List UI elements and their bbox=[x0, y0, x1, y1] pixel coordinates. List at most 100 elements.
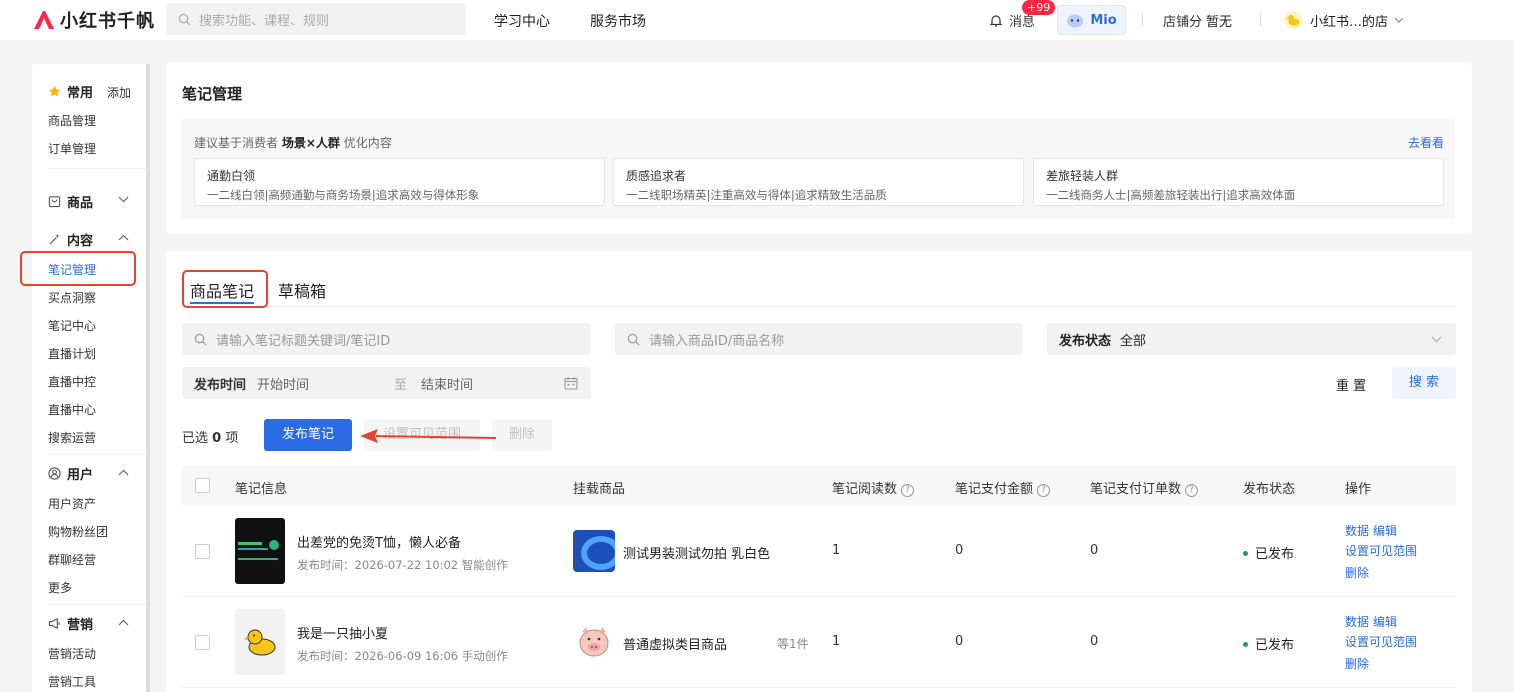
product-thumbnail[interactable] bbox=[573, 621, 615, 663]
chevron-up-icon[interactable] bbox=[118, 469, 129, 476]
sidebar-item-more[interactable]: 更多 bbox=[48, 579, 72, 596]
chevron-up-icon[interactable] bbox=[118, 619, 129, 626]
action-visibility-link[interactable]: 设置可见范围 bbox=[1345, 633, 1417, 650]
tab-drafts[interactable]: 草稿箱 bbox=[278, 278, 326, 302]
note-meta: 发布时间：2026-07-22 10:02 智能创作 bbox=[297, 558, 508, 572]
action-data-link[interactable]: 数据 bbox=[1345, 522, 1369, 539]
store-score-label: 店铺分 bbox=[1163, 14, 1203, 30]
col-amount: 笔记支付金额? bbox=[955, 478, 1051, 497]
note-orders: 0 bbox=[1090, 543, 1099, 558]
product-search-input[interactable]: 请输入商品ID/商品名称 bbox=[615, 323, 1023, 355]
note-reads: 1 bbox=[832, 543, 841, 558]
note-title[interactable]: 出差党的免烫T恤，懒人必备 bbox=[297, 532, 461, 551]
sidebar-add-favorite[interactable]: 添加 bbox=[107, 84, 131, 101]
action-edit-link[interactable]: 编辑 bbox=[1373, 522, 1397, 539]
suggestion-card[interactable]: 差旅轻装人群 一二线商务人士|高频差旅轻装出行|追求高效体面 bbox=[1033, 158, 1444, 206]
reset-button[interactable]: 重 置 bbox=[1336, 375, 1366, 394]
store-score[interactable]: 店铺分 暂无 bbox=[1163, 0, 1232, 40]
note-thumbnail[interactable] bbox=[235, 518, 285, 584]
action-data-link[interactable]: 数据 bbox=[1345, 613, 1369, 630]
suggestion-card[interactable]: 质感追求者 一二线职场精英|注重高效与得体|追求精致生活品质 bbox=[613, 158, 1024, 206]
mio-icon bbox=[1067, 14, 1084, 28]
sidebar-item-marketing-campaigns[interactable]: 营销活动 bbox=[48, 645, 96, 662]
action-delete-link[interactable]: 删除 bbox=[1345, 655, 1369, 672]
product-thumbnail[interactable] bbox=[573, 530, 615, 572]
note-reads: 1 bbox=[832, 634, 841, 649]
sidebar-scrollbar[interactable] bbox=[146, 64, 150, 692]
sidebar-item-search-ops[interactable]: 搜索运营 bbox=[48, 429, 96, 446]
end-time-input[interactable]: 结束时间 bbox=[421, 374, 473, 393]
start-time-input[interactable]: 开始时间 bbox=[257, 374, 309, 393]
global-search[interactable]: 搜索功能、课程、规则 bbox=[166, 3, 466, 35]
publish-note-button[interactable]: 发布笔记 bbox=[264, 419, 352, 451]
action-edit-link[interactable]: 编辑 bbox=[1373, 613, 1397, 630]
sidebar-item-selling-point-insight[interactable]: 买点洞察 bbox=[48, 289, 96, 306]
col-status: 发布状态 bbox=[1243, 482, 1296, 497]
row-checkbox[interactable] bbox=[195, 544, 210, 559]
sidebar-group-label: 内容 bbox=[67, 234, 94, 249]
bell-icon bbox=[990, 14, 1002, 27]
sidebar-group-products[interactable]: 商品 bbox=[48, 192, 93, 211]
search-placeholder: 搜索功能、课程、规则 bbox=[199, 13, 330, 29]
sidebar-divider bbox=[48, 454, 148, 455]
delete-button[interactable]: 删除 bbox=[492, 419, 552, 451]
help-icon[interactable]: ? bbox=[1185, 484, 1199, 497]
range-separator: 至 bbox=[394, 377, 408, 393]
sidebar-item-order-management[interactable]: 订单管理 bbox=[48, 140, 96, 157]
chevron-up-icon[interactable] bbox=[118, 234, 129, 241]
chevron-down-icon[interactable] bbox=[118, 196, 129, 203]
note-search-input[interactable]: 请输入笔记标题关键词/笔记ID bbox=[182, 323, 591, 355]
note-thumbnail[interactable] bbox=[235, 609, 285, 675]
product-name[interactable]: 测试男装测试勿拍 乳白色 bbox=[623, 543, 770, 562]
help-icon[interactable]: ? bbox=[1037, 484, 1051, 497]
sidebar-group-label: 商品 bbox=[67, 196, 94, 211]
action-delete-link[interactable]: 删除 bbox=[1345, 564, 1369, 581]
sidebar-group-marketing[interactable]: 营销 bbox=[48, 614, 93, 633]
note-title[interactable]: 我是一只抽小夏 bbox=[297, 623, 388, 642]
col-product: 挂载商品 bbox=[573, 482, 626, 497]
status-label: 已发布 bbox=[1255, 638, 1295, 653]
select-all-checkbox[interactable] bbox=[195, 478, 210, 493]
status-label: 已发布 bbox=[1255, 547, 1295, 562]
annotation-highlight-box bbox=[20, 251, 136, 286]
suggestion-card[interactable]: 通勤白领 一二线白领|高频通勤与商务场景|追求高效与得体形象 bbox=[194, 158, 605, 206]
help-icon[interactable]: ? bbox=[901, 484, 915, 497]
publish-status-label: 发布状态 bbox=[1059, 333, 1112, 349]
publish-time-range[interactable]: 发布时间 开始时间 至 结束时间 bbox=[182, 367, 591, 399]
publish-status-select[interactable]: 发布状态 全部 bbox=[1047, 323, 1456, 355]
product-name[interactable]: 普通虚拟类目商品 bbox=[623, 634, 727, 653]
sidebar-item-user-assets[interactable]: 用户资产 bbox=[48, 495, 96, 512]
mio-assistant-button[interactable]: Mio bbox=[1057, 5, 1126, 35]
sidebar-group-users[interactable]: 用户 bbox=[48, 464, 93, 483]
action-visibility-link[interactable]: 设置可见范围 bbox=[1345, 542, 1417, 559]
sidebar-item-note-center[interactable]: 笔记中心 bbox=[48, 317, 96, 334]
sidebar-item-marketing-tools[interactable]: 营销工具 bbox=[48, 673, 96, 690]
shop-account-menu[interactable]: 小红书…的店 bbox=[1284, 0, 1404, 40]
thumbnail-graphic bbox=[238, 558, 278, 560]
sidebar-item-product-management[interactable]: 商品管理 bbox=[48, 112, 96, 129]
sidebar-item-live-plan[interactable]: 直播计划 bbox=[48, 345, 96, 362]
sidebar-item-live-center[interactable]: 直播中心 bbox=[48, 401, 96, 418]
thumbnail-graphic bbox=[581, 536, 615, 570]
col-actions: 操作 bbox=[1345, 482, 1372, 497]
logo[interactable]: 小红书千帆 bbox=[32, 7, 155, 33]
col-orders: 笔记支付订单数? bbox=[1090, 478, 1199, 497]
sidebar-item-live-control[interactable]: 直播中控 bbox=[48, 373, 96, 390]
nav-learning-center[interactable]: 学习中心 bbox=[494, 11, 550, 31]
sidebar-item-fan-group[interactable]: 购物粉丝团 bbox=[48, 523, 108, 540]
calendar-icon[interactable] bbox=[564, 376, 578, 390]
suggestion-view-link[interactable]: 去看看 bbox=[1408, 134, 1444, 151]
search-icon bbox=[178, 13, 191, 25]
col-note-info: 笔记信息 bbox=[235, 482, 288, 497]
search-icon bbox=[627, 333, 640, 345]
nav-service-market[interactable]: 服务市场 bbox=[590, 11, 646, 31]
product-extra-count[interactable]: 等1件 bbox=[777, 635, 809, 652]
sidebar: 常用 添加 商品管理 订单管理 商品 内容 笔记管理 买点洞察 笔记中心 直播计… bbox=[32, 64, 150, 692]
sidebar-group-content[interactable]: 内容 bbox=[48, 230, 93, 249]
status-badge: 已发布 bbox=[1243, 543, 1294, 562]
col-amount-label: 笔记支付金额 bbox=[955, 482, 1034, 497]
search-button[interactable]: 搜 索 bbox=[1392, 367, 1456, 399]
row-checkbox[interactable] bbox=[195, 635, 210, 650]
page-title: 笔记管理 bbox=[182, 85, 243, 103]
sidebar-item-group-chat[interactable]: 群聊经营 bbox=[48, 551, 96, 568]
